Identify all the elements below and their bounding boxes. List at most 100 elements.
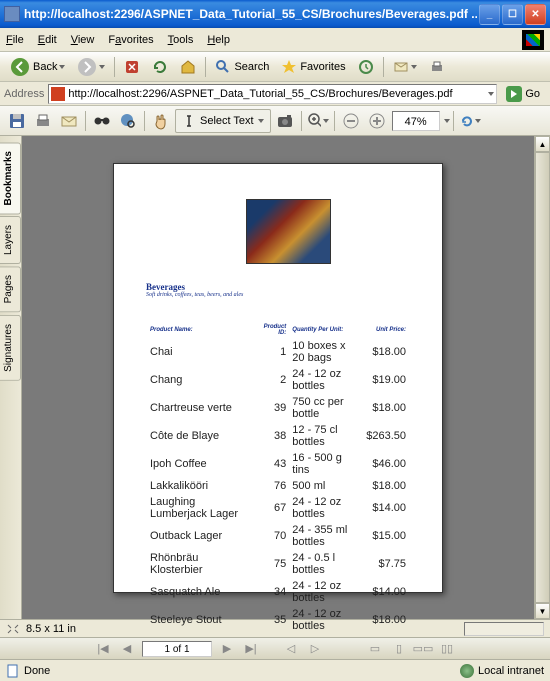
pdf-page: Beverages Soft drinks, coffees, teas, be… — [113, 163, 443, 593]
print-icon — [429, 59, 445, 75]
security-zone[interactable]: Local intranet — [460, 664, 544, 678]
zoom-level-input[interactable]: 47% — [392, 111, 440, 131]
table-row: Sasquatch Ale3424 - 12 oz bottles$14.00 — [148, 579, 408, 605]
favorites-button[interactable]: Favorites — [276, 56, 350, 78]
select-dropdown-icon[interactable] — [258, 119, 264, 123]
address-input[interactable]: http://localhost:2296/ASPNET_Data_Tutori… — [48, 84, 497, 104]
product-image — [246, 199, 331, 264]
scroll-up-button[interactable]: ▲ — [535, 136, 550, 152]
mail-dropdown-icon[interactable] — [411, 65, 417, 69]
star-icon — [281, 59, 297, 75]
pdf-save-button[interactable] — [5, 109, 29, 133]
minus-icon — [343, 113, 359, 129]
back-label: Back — [33, 61, 57, 73]
forward-icon — [77, 57, 97, 77]
pdf-email-button[interactable] — [57, 109, 81, 133]
menu-favorites[interactable]: Favorites — [108, 34, 153, 46]
text-cursor-icon — [182, 114, 196, 128]
address-bar: Address http://localhost:2296/ASPNET_Dat… — [0, 82, 550, 106]
go-icon — [506, 86, 522, 102]
go-button[interactable]: Go — [501, 83, 545, 105]
address-url: http://localhost:2296/ASPNET_Data_Tutori… — [68, 88, 486, 100]
table-row: Chang224 - 12 oz bottles$19.00 — [148, 367, 408, 393]
status-bar: Done Local intranet — [0, 659, 550, 681]
stop-icon — [124, 59, 140, 75]
table-row: Laughing Lumberjack Lager6724 - 12 oz bo… — [148, 495, 408, 521]
pdf-toolbar-1: Select Text 47% — [0, 106, 550, 136]
pdf-print-button[interactable] — [31, 109, 55, 133]
zoom-out-button[interactable] — [339, 109, 363, 133]
maximize-button[interactable]: ☐ — [502, 4, 523, 25]
hand-tool-button[interactable] — [149, 109, 173, 133]
pdf-workspace: Bookmarks Layers Pages Signatures Bevera… — [0, 136, 550, 619]
globe-search-icon — [119, 112, 137, 130]
pdf-find-button[interactable] — [90, 109, 114, 133]
window-title: http://localhost:2296/ASPNET_Data_Tutori… — [24, 7, 477, 21]
pdf-file-icon — [51, 87, 65, 101]
col-name: Product Name: — [148, 323, 254, 337]
minimize-button[interactable]: _ — [479, 4, 500, 25]
snapshot-tool-button[interactable] — [273, 109, 297, 133]
rotate-dropdown-icon[interactable] — [475, 119, 481, 123]
menu-tools[interactable]: Tools — [168, 34, 194, 46]
forward-dropdown-icon[interactable] — [99, 65, 105, 69]
rotate-button[interactable] — [458, 109, 482, 133]
hand-icon — [152, 112, 170, 130]
expand-icon[interactable] — [6, 623, 20, 635]
back-dropdown-icon[interactable] — [59, 65, 65, 69]
zone-label: Local intranet — [478, 665, 544, 677]
pages-tab[interactable]: Pages — [0, 266, 21, 312]
go-label: Go — [525, 88, 540, 100]
col-price: Unit Price: — [364, 323, 408, 337]
menu-view[interactable]: View — [71, 34, 95, 46]
back-icon — [10, 57, 30, 77]
camera-icon — [276, 112, 294, 130]
page-dimensions: 8.5 x 11 in — [26, 623, 76, 635]
history-button[interactable] — [353, 56, 379, 78]
search-button[interactable]: Search — [210, 56, 274, 78]
window-titlebar: http://localhost:2296/ASPNET_Data_Tutori… — [0, 0, 550, 28]
stop-button[interactable] — [119, 56, 145, 78]
scroll-down-button[interactable]: ▼ — [535, 603, 550, 619]
history-icon — [358, 59, 374, 75]
status-text: Done — [24, 665, 50, 677]
layers-tab[interactable]: Layers — [0, 216, 21, 264]
home-button[interactable] — [175, 56, 201, 78]
zoom-level-dropdown-icon[interactable] — [444, 119, 450, 123]
print-button[interactable] — [424, 56, 450, 78]
zoom-dropdown-icon[interactable] — [323, 119, 329, 123]
document-area[interactable]: Beverages Soft drinks, coffees, teas, be… — [22, 136, 534, 619]
mail-icon — [393, 59, 409, 75]
forward-button[interactable] — [72, 56, 110, 78]
table-row: Chai110 boxes x 20 bags$18.00 — [148, 339, 408, 365]
scroll-track[interactable] — [535, 152, 550, 603]
pdf-search-web-button[interactable] — [116, 109, 140, 133]
table-row: Outback Lager7024 - 355 ml bottles$15.00 — [148, 523, 408, 549]
menu-bar: FFileile Edit View Favorites Tools Help — [0, 28, 550, 52]
refresh-button[interactable] — [147, 56, 173, 78]
zoom-in-icon — [307, 112, 321, 130]
menu-help[interactable]: Help — [207, 34, 230, 46]
signatures-tab[interactable]: Signatures — [0, 315, 21, 381]
table-row: Steeleye Stout3524 - 12 oz bottles$18.00 — [148, 607, 408, 633]
scroll-thumb[interactable] — [535, 152, 550, 603]
menu-edit[interactable]: Edit — [38, 34, 57, 46]
select-text-label: Select Text — [200, 115, 254, 127]
zoom-in-button[interactable] — [306, 109, 330, 133]
zoom-plus-button[interactable] — [365, 109, 389, 133]
select-text-button[interactable]: Select Text — [175, 109, 271, 133]
table-row: Chartreuse verte39750 cc per bottle$18.0… — [148, 395, 408, 421]
vertical-scrollbar[interactable]: ▲ ▼ — [534, 136, 550, 619]
horizontal-scrollbar[interactable] — [464, 622, 544, 636]
address-dropdown-icon[interactable] — [488, 92, 494, 96]
bookmarks-tab[interactable]: Bookmarks — [0, 142, 21, 214]
back-button[interactable]: Back — [5, 56, 70, 78]
zone-icon — [460, 664, 474, 678]
table-row: Rhönbräu Klosterbier7524 - 0.5 l bottles… — [148, 551, 408, 577]
nav-toolbar: Back Search Favorites — [0, 52, 550, 82]
page-nav-bar: |◀ ◀ 1 of 1 ▶ ▶| ◁ ▷ ▭ ▯ ▭▭ ▯▯ — [0, 637, 550, 659]
close-button[interactable]: ✕ — [525, 4, 546, 25]
favorites-label: Favorites — [300, 61, 345, 73]
menu-file[interactable]: FFileile — [6, 34, 24, 46]
mail-button[interactable] — [388, 56, 422, 78]
